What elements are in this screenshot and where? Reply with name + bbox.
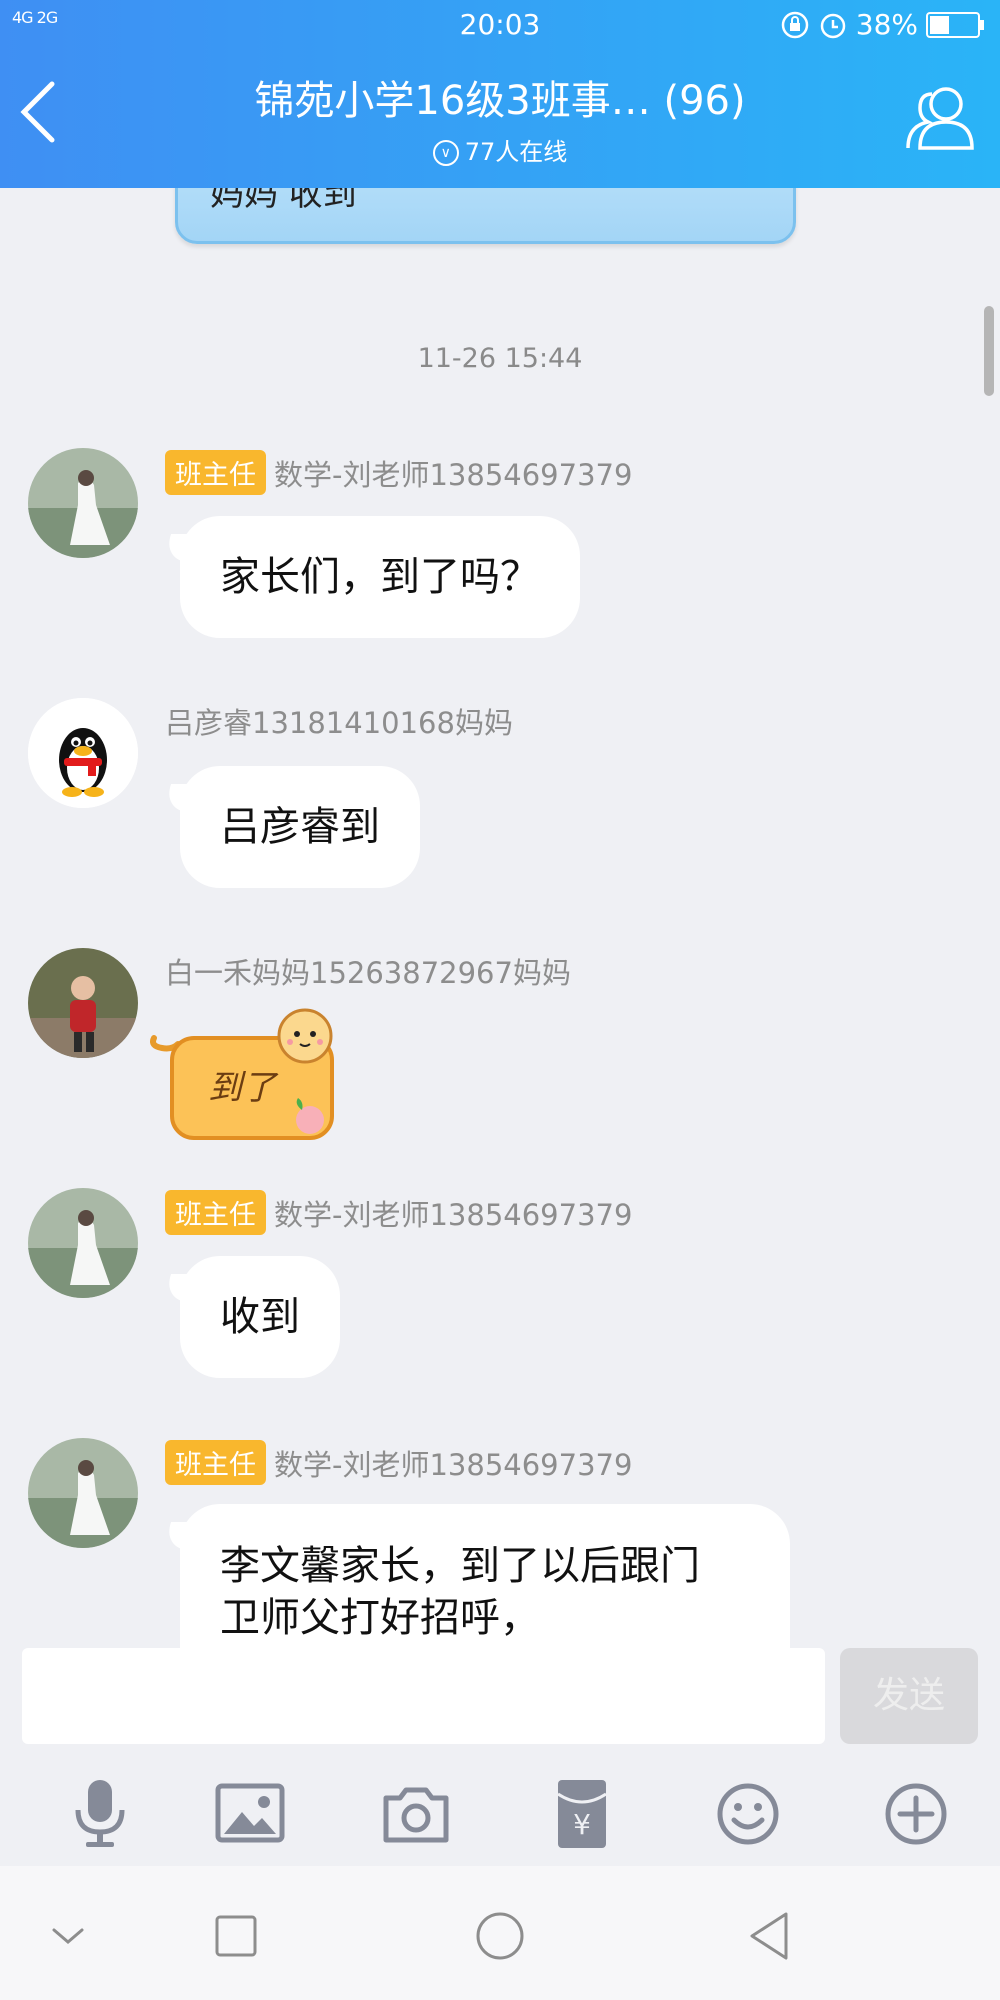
online-count-label: 77人在线 [464, 138, 568, 166]
message-text-line: 卫师父打好招呼， [220, 1595, 540, 1641]
input-toolbar: ¥ [0, 1774, 1000, 1854]
avatar[interactable] [28, 698, 138, 808]
sticker-text: 到了 [208, 1068, 276, 1108]
back-triangle-icon [750, 1912, 788, 1960]
group-title[interactable]: 锦苑小学16级3班事… (96) [150, 68, 850, 126]
home-icon [476, 1912, 524, 1960]
chevron-down-icon [52, 1928, 84, 1944]
message-bubble[interactable]: 收到 [180, 1256, 340, 1378]
sender-name-text: 数学-刘老师13854697379 [274, 457, 633, 492]
status-bar: 4G 2G 20:03 38% [0, 0, 1000, 50]
status-right: 38% [780, 8, 984, 41]
red-packet-button[interactable]: ¥ [542, 1774, 622, 1854]
hide-keyboard-button[interactable] [38, 1906, 98, 1966]
message-input[interactable] [22, 1648, 825, 1744]
sender-name: 吕彦睿13181410168妈妈 [165, 700, 513, 742]
chevron-down-icon: ∨ [432, 140, 459, 166]
avatar[interactable] [28, 1438, 138, 1548]
role-badge: 班主任 [165, 1440, 266, 1485]
alarm-icon [820, 13, 846, 38]
avatar[interactable] [28, 948, 138, 1058]
group-members-icon [906, 87, 974, 150]
message-text: 收到 [220, 1294, 300, 1340]
svg-text:¥: ¥ [573, 1808, 591, 1841]
voice-button[interactable] [60, 1774, 140, 1854]
recent-apps-icon [215, 1915, 257, 1957]
recent-apps-button[interactable] [206, 1906, 266, 1966]
sender-name: 班主任 数学-刘老师13854697379 [165, 450, 632, 495]
system-nav-bar [0, 1866, 1000, 2000]
microphone-icon [75, 1780, 125, 1847]
send-button[interactable]: 发送 [840, 1648, 978, 1744]
sender-name: 白一禾妈妈15263872967妈妈 [165, 950, 571, 992]
emoji-icon [717, 1783, 779, 1845]
sender-name: 班主任 数学-刘老师13854697379 [165, 1440, 632, 1485]
online-count[interactable]: ∨ 77人在线 [0, 132, 1000, 167]
sender-name-text: 数学-刘老师13854697379 [274, 1197, 633, 1232]
message-timestamp: 11-26 15:44 [417, 343, 583, 374]
image-icon [215, 1783, 285, 1843]
sticker-message[interactable]: 到了 [150, 1008, 350, 1143]
sender-name-text: 白一禾妈妈15263872967妈妈 [165, 956, 571, 990]
message-bubble[interactable]: 李文馨家长，到了以后跟门 卫师父打好招呼， [180, 1504, 790, 1648]
sender-name: 班主任 数学-刘老师13854697379 [165, 1190, 632, 1235]
camera-icon [383, 1787, 449, 1843]
sender-name-text: 数学-刘老师13854697379 [274, 1447, 633, 1482]
role-badge: 班主任 [165, 1190, 266, 1235]
image-button[interactable] [210, 1774, 290, 1854]
message-text-line: 李文馨家长，到了以后跟门 [220, 1543, 700, 1589]
message-text: 家长们，到了吗？ [220, 554, 540, 600]
previous-message-bubble[interactable]: 妈妈 收到 [175, 188, 796, 244]
home-button[interactable] [470, 1906, 530, 1966]
chat-header: 4G 2G 20:03 38% 锦苑小学16级3班事… (96) ∨ 77人在线 [0, 0, 1000, 188]
emoji-button[interactable] [708, 1774, 788, 1854]
message-text: 吕彦睿到 [220, 804, 380, 850]
previous-message-text: 妈妈 收到 [210, 188, 357, 214]
sender-name-text: 吕彦睿13181410168妈妈 [165, 706, 513, 740]
message-bubble[interactable]: 吕彦睿到 [180, 766, 420, 888]
battery-icon [926, 11, 984, 38]
more-button[interactable] [876, 1774, 956, 1854]
group-members-button[interactable] [904, 82, 978, 152]
lock-rotation-icon [781, 11, 809, 38]
avatar[interactable] [28, 448, 138, 558]
plus-icon [885, 1783, 947, 1845]
avatar[interactable] [28, 1188, 138, 1298]
red-packet-icon: ¥ [557, 1780, 607, 1848]
chat-area[interactable]: 妈妈 收到 11-26 15:44 班主任 数学-刘老师13854697379 家… [0, 188, 1000, 1648]
back-nav-button[interactable] [740, 1906, 800, 1966]
camera-button[interactable] [376, 1774, 456, 1854]
role-badge: 班主任 [165, 450, 266, 495]
battery-percent: 38% [855, 8, 918, 41]
input-area: 发送 ¥ [0, 1648, 1000, 1866]
message-bubble[interactable]: 家长们，到了吗？ [180, 516, 580, 638]
